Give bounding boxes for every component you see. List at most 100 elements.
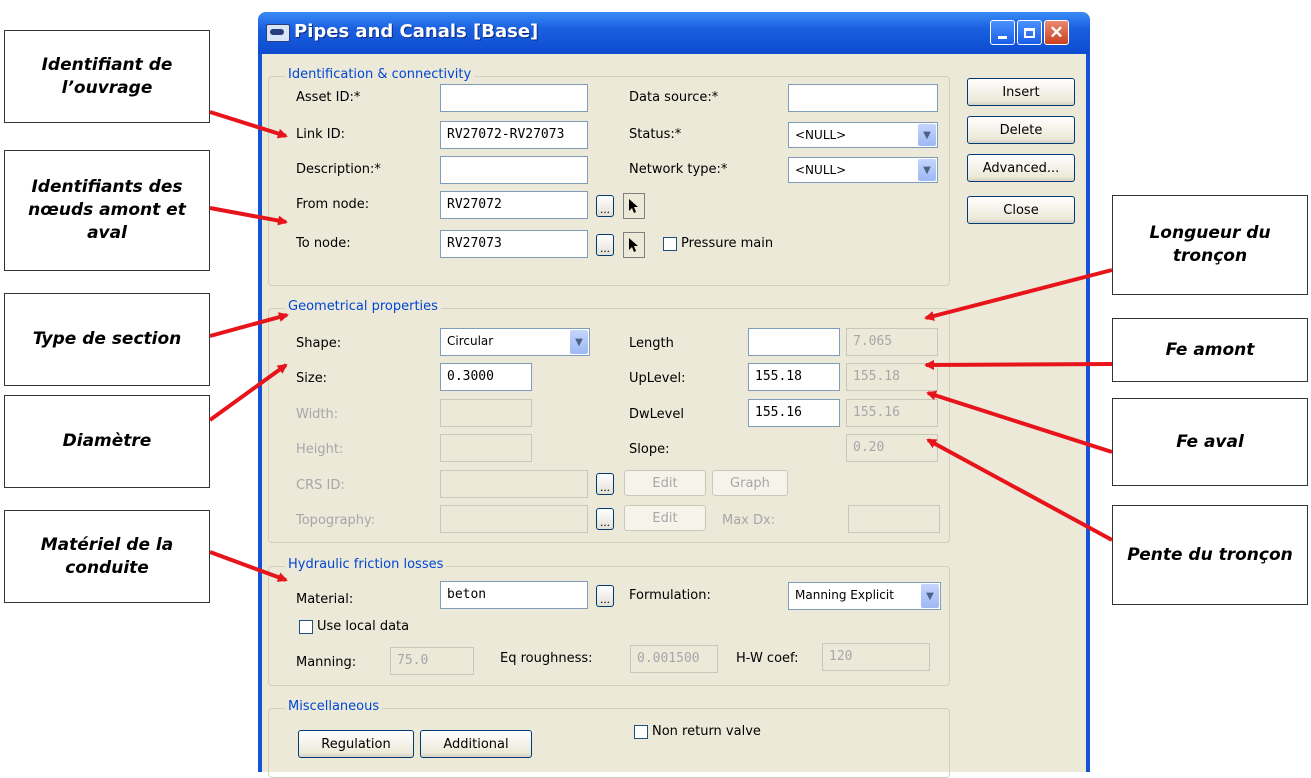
from-node-browse-button[interactable]: ... bbox=[596, 195, 614, 217]
delete-button[interactable]: Delete bbox=[967, 116, 1075, 144]
crs-id-field bbox=[440, 470, 588, 498]
callout-text: Pente du tronçon bbox=[1127, 544, 1293, 565]
to-node-browse-button[interactable]: ... bbox=[596, 234, 614, 256]
uplevel-label: UpLevel: bbox=[629, 371, 686, 386]
advanced-button-label: Advanced... bbox=[982, 160, 1060, 176]
to-node-label: To node: bbox=[296, 236, 351, 251]
maxdx-label: Max Dx: bbox=[722, 513, 776, 528]
pressure-main-label: Pressure main bbox=[681, 236, 774, 251]
callout-pente: Pente du tronçon bbox=[1112, 505, 1308, 605]
link-id-field[interactable]: RV27072-RV27073 bbox=[440, 121, 588, 149]
from-node-label: From node: bbox=[296, 197, 370, 212]
callout-text: Fe amont bbox=[1165, 339, 1255, 360]
width-label: Width: bbox=[296, 407, 339, 422]
advanced-button[interactable]: Advanced... bbox=[967, 154, 1075, 182]
callout-materiel: Matériel de la conduite bbox=[4, 510, 210, 603]
callout-fe-aval: Fe aval bbox=[1112, 398, 1308, 486]
uplevel-field[interactable]: 155.18 bbox=[748, 363, 840, 391]
uplevel-computed-field: 155.18 bbox=[846, 363, 938, 391]
shape-select-value: Circular bbox=[447, 334, 494, 348]
slope-label: Slope: bbox=[629, 442, 670, 457]
additional-button[interactable]: Additional bbox=[420, 730, 532, 758]
to-node-pick-cursor-icon[interactable] bbox=[623, 232, 645, 258]
callout-text: Matériel de la conduite bbox=[40, 534, 174, 578]
callout-fe-amont: Fe amont bbox=[1112, 318, 1308, 382]
from-node-pick-cursor-icon[interactable] bbox=[623, 193, 645, 219]
callout-text: Identifiant de l’ouvrage bbox=[41, 54, 173, 98]
eq-roughness-field: 0.001500 bbox=[630, 645, 718, 673]
manning-label: Manning: bbox=[296, 655, 357, 670]
insert-button[interactable]: Insert bbox=[967, 78, 1075, 106]
close-icon[interactable]: ✕ bbox=[1044, 20, 1069, 45]
non-return-valve-checkbox[interactable] bbox=[634, 725, 648, 739]
regulation-button[interactable]: Regulation bbox=[298, 730, 414, 758]
chevron-down-icon[interactable]: ▼ bbox=[570, 330, 588, 354]
shape-select[interactable]: Circular ▼ bbox=[440, 328, 590, 356]
network-type-select[interactable]: <NULL> ▼ bbox=[788, 157, 938, 183]
material-label: Material: bbox=[296, 592, 354, 607]
length-computed-field: 7.065 bbox=[846, 328, 938, 356]
asset-id-field[interactable] bbox=[440, 84, 588, 112]
dialog-window: Pipes and Canals [Base] ✕ Identification… bbox=[258, 12, 1090, 778]
description-label: Description:* bbox=[296, 162, 381, 177]
pressure-main-checkbox[interactable] bbox=[663, 237, 677, 251]
data-source-field[interactable] bbox=[788, 84, 938, 112]
app-icon bbox=[266, 24, 290, 42]
crs-id-browse-button[interactable]: ... bbox=[596, 473, 614, 495]
dwlevel-field[interactable]: 155.16 bbox=[748, 399, 840, 427]
title-bar[interactable]: Pipes and Canals [Base] ✕ bbox=[258, 12, 1090, 54]
network-type-label: Network type:* bbox=[629, 162, 728, 177]
callout-diametre: Diamètre bbox=[4, 395, 210, 488]
callout-type-section: Type de section bbox=[4, 293, 210, 386]
hw-coef-label: H-W coef: bbox=[736, 651, 799, 666]
use-local-data-checkbox[interactable] bbox=[299, 620, 313, 634]
material-browse-button[interactable]: ... bbox=[596, 585, 614, 607]
crs-edit-button: Edit bbox=[624, 470, 706, 496]
topography-edit-button-label: Edit bbox=[652, 510, 678, 526]
height-field bbox=[440, 434, 532, 462]
additional-button-label: Additional bbox=[443, 736, 509, 752]
from-node-field[interactable]: RV27072 bbox=[440, 191, 588, 219]
topography-label: Topography: bbox=[296, 513, 376, 528]
length-field[interactable] bbox=[748, 328, 840, 356]
misc-group-title: Miscellaneous bbox=[285, 699, 383, 714]
shape-label: Shape: bbox=[296, 336, 342, 351]
link-id-label: Link ID: bbox=[296, 127, 345, 142]
status-label: Status:* bbox=[629, 127, 682, 142]
chevron-down-icon[interactable]: ▼ bbox=[918, 159, 936, 181]
dialog-client-area: Identification & connectivity Asset ID:*… bbox=[262, 54, 1086, 778]
chevron-down-icon[interactable]: ▼ bbox=[918, 124, 936, 146]
size-label: Size: bbox=[296, 371, 328, 386]
dwlevel-label: DwLevel bbox=[629, 407, 684, 422]
identification-group-title: Identification & connectivity bbox=[285, 67, 475, 82]
callout-longueur: Longueur du tronçon bbox=[1112, 195, 1308, 295]
close-button[interactable]: Close bbox=[967, 196, 1075, 224]
to-node-field[interactable]: RV27073 bbox=[440, 230, 588, 258]
formulation-select-value: Manning Explicit bbox=[795, 588, 894, 602]
crs-graph-button-label: Graph bbox=[730, 475, 770, 491]
callout-identifiants-noeuds: Identifiants des nœuds amont et aval bbox=[4, 150, 210, 271]
formulation-select[interactable]: Manning Explicit ▼ bbox=[788, 582, 941, 610]
data-source-label: Data source:* bbox=[629, 90, 719, 105]
status-select-value: <NULL> bbox=[795, 128, 847, 142]
status-select[interactable]: <NULL> ▼ bbox=[788, 122, 938, 148]
crs-graph-button: Graph bbox=[712, 470, 788, 496]
chevron-down-icon[interactable]: ▼ bbox=[921, 584, 939, 608]
minimize-icon[interactable] bbox=[990, 20, 1015, 45]
description-field[interactable] bbox=[440, 156, 588, 184]
non-return-valve-label: Non return valve bbox=[652, 724, 761, 739]
manning-field: 75.0 bbox=[390, 647, 474, 675]
callout-text: Fe aval bbox=[1176, 431, 1244, 452]
close-button-label: Close bbox=[1003, 202, 1039, 218]
geometry-group-title: Geometrical properties bbox=[285, 299, 441, 314]
window-title: Pipes and Canals [Base] bbox=[294, 21, 539, 42]
material-field[interactable]: beton bbox=[440, 581, 588, 609]
maximize-icon[interactable] bbox=[1017, 20, 1042, 45]
topography-browse-button[interactable]: ... bbox=[596, 508, 614, 530]
slope-field: 0.20 bbox=[846, 434, 938, 462]
hw-coef-field: 120 bbox=[822, 643, 930, 671]
crs-id-label: CRS ID: bbox=[296, 478, 345, 493]
callout-text: Longueur du tronçon bbox=[1149, 223, 1271, 266]
maxdx-field bbox=[848, 505, 940, 533]
size-field[interactable]: 0.3000 bbox=[440, 363, 532, 391]
